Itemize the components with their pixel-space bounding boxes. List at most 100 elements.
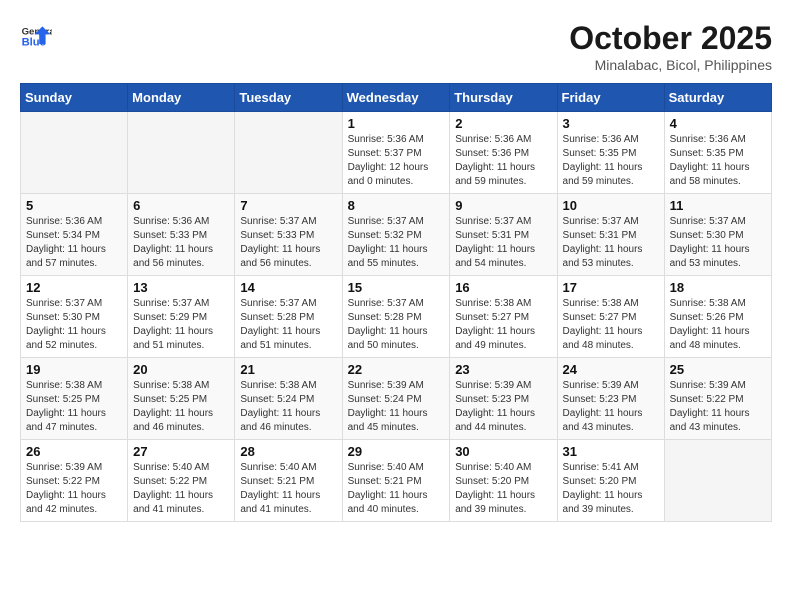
day-info: Sunrise: 5:37 AM Sunset: 5:29 PM Dayligh…: [133, 297, 229, 353]
calendar-cell: 5 Sunrise: 5:36 AM Sunset: 5:34 PM Daylig…: [21, 194, 128, 276]
calendar-cell: [21, 112, 128, 194]
day-number: 3: [563, 116, 659, 131]
week-row-4: 19 Sunrise: 5:38 AM Sunset: 5:25 PM Dayli…: [21, 358, 772, 440]
day-number: 21: [240, 362, 336, 377]
day-info: Sunrise: 5:38 AM Sunset: 5:24 PM Dayligh…: [240, 379, 336, 435]
day-number: 11: [670, 198, 766, 213]
calendar-cell: 23Sunrise: 5:39 AM Sunset: 5:23 PM Dayli…: [450, 358, 557, 440]
weekday-header-thursday: Thursday: [450, 84, 557, 112]
calendar-cell: 8 Sunrise: 5:37 AM Sunset: 5:32 PM Daylig…: [342, 194, 450, 276]
weekday-header-row: SundayMondayTuesdayWednesdayThursdayFrid…: [21, 84, 772, 112]
calendar-cell: 14 Sunrise: 5:37 AM Sunset: 5:28 PM Dayli…: [235, 276, 342, 358]
day-info: Sunrise: 5:37 AM Sunset: 5:31 PM Dayligh…: [563, 215, 659, 271]
calendar-cell: 29 Sunrise: 5:40 AM Sunset: 5:21 PM Dayli…: [342, 440, 450, 522]
calendar-cell: 12Sunrise: 5:37 AM Sunset: 5:30 PM Dayli…: [21, 276, 128, 358]
day-info: Sunrise: 5:37 AM Sunset: 5:30 PM Dayligh…: [26, 297, 122, 353]
calendar-cell: 31 Sunrise: 5:41 AM Sunset: 5:20 PM Dayli…: [557, 440, 664, 522]
calendar-cell: [235, 112, 342, 194]
day-number: 4: [670, 116, 766, 131]
day-info: Sunrise: 5:37 AM Sunset: 5:31 PM Dayligh…: [455, 215, 551, 271]
week-row-2: 5 Sunrise: 5:36 AM Sunset: 5:34 PM Daylig…: [21, 194, 772, 276]
day-info: Sunrise: 5:39 AM Sunset: 5:23 PM Dayligh…: [455, 379, 551, 435]
day-number: 26: [26, 444, 122, 459]
day-number: 30: [455, 444, 551, 459]
day-info: Sunrise: 5:38 AM Sunset: 5:27 PM Dayligh…: [455, 297, 551, 353]
calendar-cell: 20 Sunrise: 5:38 AM Sunset: 5:25 PM Dayli…: [128, 358, 235, 440]
day-number: 31: [563, 444, 659, 459]
calendar-cell: 9 Sunrise: 5:37 AM Sunset: 5:31 PM Daylig…: [450, 194, 557, 276]
calendar-cell: 18 Sunrise: 5:38 AM Sunset: 5:26 PM Dayli…: [664, 276, 771, 358]
calendar-cell: [128, 112, 235, 194]
calendar-cell: 2 Sunrise: 5:36 AM Sunset: 5:36 PM Daylig…: [450, 112, 557, 194]
day-number: 15: [348, 280, 445, 295]
day-number: 20: [133, 362, 229, 377]
calendar-cell: 10 Sunrise: 5:37 AM Sunset: 5:31 PM Dayli…: [557, 194, 664, 276]
logo-icon: General Blue: [20, 20, 52, 52]
day-info: Sunrise: 5:37 AM Sunset: 5:30 PM Dayligh…: [670, 215, 766, 271]
day-number: 16: [455, 280, 551, 295]
week-row-3: 12Sunrise: 5:37 AM Sunset: 5:30 PM Dayli…: [21, 276, 772, 358]
day-number: 29: [348, 444, 445, 459]
calendar-cell: 1Sunrise: 5:36 AM Sunset: 5:37 PM Daylig…: [342, 112, 450, 194]
calendar-cell: 13 Sunrise: 5:37 AM Sunset: 5:29 PM Dayli…: [128, 276, 235, 358]
day-number: 22: [348, 362, 445, 377]
day-info: Sunrise: 5:37 AM Sunset: 5:33 PM Dayligh…: [240, 215, 336, 271]
day-info: Sunrise: 5:36 AM Sunset: 5:35 PM Dayligh…: [563, 133, 659, 189]
day-number: 18: [670, 280, 766, 295]
day-number: 9: [455, 198, 551, 213]
day-number: 13: [133, 280, 229, 295]
calendar-cell: 22 Sunrise: 5:39 AM Sunset: 5:24 PM Dayli…: [342, 358, 450, 440]
day-number: 8: [348, 198, 445, 213]
day-info: Sunrise: 5:40 AM Sunset: 5:22 PM Dayligh…: [133, 461, 229, 517]
day-info: Sunrise: 5:39 AM Sunset: 5:23 PM Dayligh…: [563, 379, 659, 435]
week-row-1: 1Sunrise: 5:36 AM Sunset: 5:37 PM Daylig…: [21, 112, 772, 194]
day-number: 17: [563, 280, 659, 295]
calendar-cell: 19 Sunrise: 5:38 AM Sunset: 5:25 PM Dayli…: [21, 358, 128, 440]
day-number: 24: [563, 362, 659, 377]
day-number: 5: [26, 198, 122, 213]
day-info: Sunrise: 5:39 AM Sunset: 5:22 PM Dayligh…: [26, 461, 122, 517]
day-number: 19: [26, 362, 122, 377]
calendar-cell: 11 Sunrise: 5:37 AM Sunset: 5:30 PM Dayli…: [664, 194, 771, 276]
week-row-5: 26 Sunrise: 5:39 AM Sunset: 5:22 PM Dayli…: [21, 440, 772, 522]
weekday-header-friday: Friday: [557, 84, 664, 112]
day-number: 2: [455, 116, 551, 131]
day-info: Sunrise: 5:38 AM Sunset: 5:25 PM Dayligh…: [26, 379, 122, 435]
day-number: 28: [240, 444, 336, 459]
day-info: Sunrise: 5:40 AM Sunset: 5:21 PM Dayligh…: [348, 461, 445, 517]
day-number: 14: [240, 280, 336, 295]
day-info: Sunrise: 5:36 AM Sunset: 5:34 PM Dayligh…: [26, 215, 122, 271]
day-number: 25: [670, 362, 766, 377]
day-info: Sunrise: 5:37 AM Sunset: 5:32 PM Dayligh…: [348, 215, 445, 271]
day-number: 7: [240, 198, 336, 213]
day-info: Sunrise: 5:38 AM Sunset: 5:26 PM Dayligh…: [670, 297, 766, 353]
calendar-cell: 6Sunrise: 5:36 AM Sunset: 5:33 PM Daylig…: [128, 194, 235, 276]
title-block: October 2025 Minalabac, Bicol, Philippin…: [569, 20, 772, 73]
day-info: Sunrise: 5:40 AM Sunset: 5:20 PM Dayligh…: [455, 461, 551, 517]
day-info: Sunrise: 5:40 AM Sunset: 5:21 PM Dayligh…: [240, 461, 336, 517]
weekday-header-tuesday: Tuesday: [235, 84, 342, 112]
calendar-cell: 7 Sunrise: 5:37 AM Sunset: 5:33 PM Daylig…: [235, 194, 342, 276]
calendar-table: SundayMondayTuesdayWednesdayThursdayFrid…: [20, 83, 772, 522]
weekday-header-sunday: Sunday: [21, 84, 128, 112]
day-info: Sunrise: 5:39 AM Sunset: 5:24 PM Dayligh…: [348, 379, 445, 435]
day-info: Sunrise: 5:36 AM Sunset: 5:36 PM Dayligh…: [455, 133, 551, 189]
day-info: Sunrise: 5:37 AM Sunset: 5:28 PM Dayligh…: [348, 297, 445, 353]
month-title: October 2025: [569, 20, 772, 57]
weekday-header-saturday: Saturday: [664, 84, 771, 112]
day-number: 27: [133, 444, 229, 459]
day-info: Sunrise: 5:36 AM Sunset: 5:37 PM Dayligh…: [348, 133, 445, 189]
day-info: Sunrise: 5:38 AM Sunset: 5:25 PM Dayligh…: [133, 379, 229, 435]
day-info: Sunrise: 5:38 AM Sunset: 5:27 PM Dayligh…: [563, 297, 659, 353]
day-info: Sunrise: 5:39 AM Sunset: 5:22 PM Dayligh…: [670, 379, 766, 435]
day-info: Sunrise: 5:37 AM Sunset: 5:28 PM Dayligh…: [240, 297, 336, 353]
calendar-cell: 3 Sunrise: 5:36 AM Sunset: 5:35 PM Daylig…: [557, 112, 664, 194]
day-info: Sunrise: 5:41 AM Sunset: 5:20 PM Dayligh…: [563, 461, 659, 517]
calendar-cell: 28 Sunrise: 5:40 AM Sunset: 5:21 PM Dayli…: [235, 440, 342, 522]
day-number: 10: [563, 198, 659, 213]
calendar-cell: 21 Sunrise: 5:38 AM Sunset: 5:24 PM Dayli…: [235, 358, 342, 440]
weekday-header-wednesday: Wednesday: [342, 84, 450, 112]
day-info: Sunrise: 5:36 AM Sunset: 5:33 PM Dayligh…: [133, 215, 229, 271]
calendar-cell: 26 Sunrise: 5:39 AM Sunset: 5:22 PM Dayli…: [21, 440, 128, 522]
calendar-cell: 17 Sunrise: 5:38 AM Sunset: 5:27 PM Dayli…: [557, 276, 664, 358]
